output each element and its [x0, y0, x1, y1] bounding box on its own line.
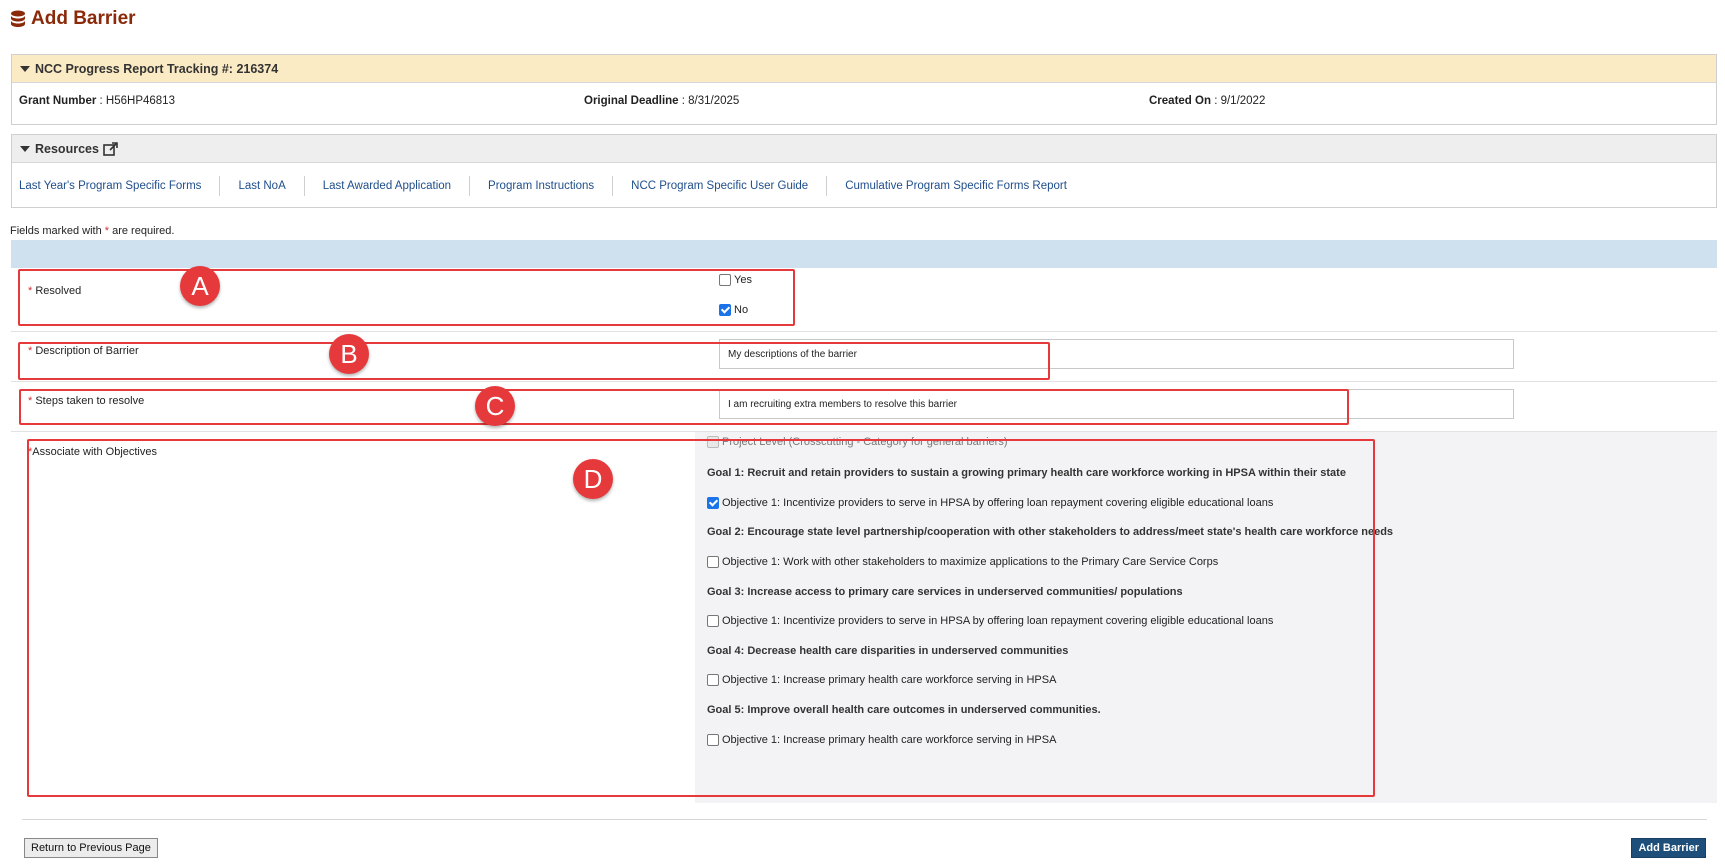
collapse-caret-icon[interactable]: [20, 65, 30, 72]
resources-panel-header[interactable]: Resources: [12, 135, 1716, 163]
annotation-box-c: [19, 389, 1349, 425]
link-program-instructions[interactable]: Program Instructions: [488, 175, 614, 196]
tracking-panel: NCC Progress Report Tracking #: 216374 G…: [11, 54, 1717, 125]
annotation-box-b: [18, 342, 1050, 380]
created-on: Created On : 9/1/2022: [1149, 95, 1266, 107]
external-link-icon[interactable]: [103, 141, 119, 156]
database-icon: [11, 10, 25, 27]
annotation-marker-d: D: [573, 459, 613, 499]
tracking-header-text: NCC Progress Report Tracking #: 216374: [35, 61, 279, 76]
link-user-guide[interactable]: NCC Program Specific User Guide: [631, 175, 828, 196]
resources-panel: Resources Last Year's Program Specific F…: [11, 134, 1717, 208]
annotation-marker-c: C: [475, 386, 515, 426]
annotation-marker-b: B: [329, 334, 369, 374]
return-to-previous-button[interactable]: Return to Previous Page: [24, 838, 158, 858]
annotation-marker-a: A: [180, 266, 220, 306]
required-fields-note: Fields marked with * are required.: [10, 225, 175, 237]
add-barrier-button[interactable]: Add Barrier: [1631, 838, 1706, 858]
section-header-bar: [11, 240, 1717, 268]
page-title: Add Barrier: [31, 8, 136, 29]
resources-header-text: Resources: [35, 141, 99, 156]
tracking-info-row: Grant Number : H56HP46813 Original Deadl…: [12, 83, 1716, 125]
link-cumulative-report[interactable]: Cumulative Program Specific Forms Report: [845, 176, 1085, 196]
link-last-year-forms[interactable]: Last Year's Program Specific Forms: [19, 175, 221, 196]
footer-divider: [22, 819, 1707, 820]
grant-number: Grant Number : H56HP46813: [19, 95, 175, 107]
resource-links: Last Year's Program Specific Forms Last …: [12, 163, 1716, 208]
original-deadline: Original Deadline : 8/31/2025: [584, 95, 740, 107]
page-title-group: Add Barrier: [10, 8, 136, 30]
resolved-options: Yes No: [695, 268, 1717, 331]
collapse-caret-icon[interactable]: [20, 145, 30, 152]
tracking-panel-header[interactable]: NCC Progress Report Tracking #: 216374: [12, 55, 1716, 83]
annotation-box-a: [18, 269, 795, 326]
link-last-noa[interactable]: Last NoA: [238, 175, 305, 196]
link-last-awarded-application[interactable]: Last Awarded Application: [323, 175, 471, 196]
annotation-box-d: [27, 439, 1375, 797]
